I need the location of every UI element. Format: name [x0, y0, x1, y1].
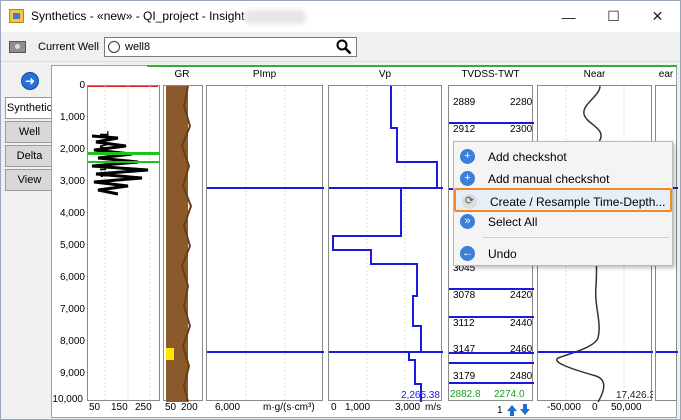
y-tick: 4,000	[59, 208, 85, 219]
add-icon: +	[460, 149, 475, 164]
tvdss-value: 3147	[453, 344, 476, 355]
current-well-label: Current Well	[38, 41, 99, 53]
camera-icon[interactable]	[9, 41, 26, 53]
y-tick: 0	[79, 80, 85, 91]
window-title: Synthetics - «new» - QI_project - Insigh…	[31, 9, 245, 23]
arrow-down-icon[interactable]	[520, 404, 530, 415]
panel-gr	[163, 85, 203, 403]
twt-value: 2460	[510, 344, 533, 355]
tvdss-value: 3179	[453, 371, 476, 382]
maximize-button[interactable]: ☐	[591, 1, 636, 32]
current-well-value: well8	[125, 41, 151, 53]
menu-item-label: Add manual checkshot	[488, 172, 610, 186]
search-icon[interactable]	[336, 39, 352, 55]
title-bar: Synthetics - «new» - QI_project - Insigh…	[1, 1, 680, 32]
minimize-button[interactable]: —	[546, 1, 591, 32]
tab-synthetic[interactable]: Synthetic	[5, 97, 54, 119]
page-nav-icons	[507, 404, 530, 416]
twt-value: 2440	[510, 318, 533, 329]
resample-icon: ⟳	[462, 194, 477, 209]
app-icon	[9, 9, 24, 23]
header-near: Near	[583, 69, 606, 80]
panel-pimp	[206, 85, 324, 402]
y-tick: 8,000	[59, 336, 85, 347]
header-tvdss-twt: TVDSS-TWT	[461, 69, 520, 80]
x-tick: 50	[165, 402, 177, 413]
y-tick: 2,000	[59, 144, 85, 155]
tvdss-value: 3112	[453, 318, 475, 329]
tvdss-footer: 2882.8	[450, 389, 481, 400]
arrow-up-icon[interactable]	[507, 405, 517, 416]
twt-value: 2480	[510, 371, 533, 382]
twt-value: 2300	[510, 124, 533, 135]
add-icon: +	[460, 171, 475, 186]
marker-line	[449, 382, 534, 384]
x-tick: 0	[592, 402, 598, 413]
x-tick: -50,000	[547, 402, 581, 413]
menu-item-add-checkshot[interactable]: + Add checkshot	[454, 145, 672, 169]
tab-delta[interactable]: Delta	[5, 145, 54, 167]
menu-item-label: Select All	[488, 215, 538, 229]
y-tick: 3,000	[59, 176, 85, 187]
x-unit: m/s	[425, 402, 442, 413]
y-tick: 5,000	[59, 240, 85, 251]
arrow-right-icon[interactable]: ➜	[21, 72, 39, 90]
panel-time-log: TWT ms	[87, 85, 160, 402]
header-vp: Vp	[378, 69, 392, 80]
menu-item-label: Add checkshot	[488, 150, 567, 164]
redacted-text	[244, 10, 306, 24]
x-tick: 50	[89, 402, 101, 413]
y-tick: 6,000	[59, 272, 85, 283]
vp-svg: 2,265.38	[329, 86, 443, 402]
twt-footer: 2274.0	[494, 389, 525, 400]
y-tick: 7,000	[59, 304, 85, 315]
menu-item-undo[interactable]: ← Undo	[454, 242, 672, 266]
current-well-input[interactable]: well8	[104, 37, 357, 57]
near-readout: 17,426.3	[616, 390, 653, 401]
x-tick: 3,000	[395, 402, 421, 413]
x-tick: 1,000	[345, 402, 371, 413]
x-tick: 250	[135, 402, 152, 413]
tab-well[interactable]: Well	[5, 121, 54, 143]
y-tick: 10,000	[52, 394, 83, 405]
tvdss-value: 3078	[453, 290, 476, 301]
header-pimp: PImp	[252, 69, 277, 80]
undo-icon: ←	[460, 246, 475, 261]
tvdss-value: 2912	[453, 124, 476, 135]
page-number: 1	[497, 405, 503, 416]
twt-value: 2420	[510, 290, 533, 301]
menu-item-select-all[interactable]: » Select All	[454, 210, 672, 234]
x-tick: 6,000	[215, 402, 241, 413]
select-all-icon: »	[460, 214, 475, 229]
x-tick: 0	[331, 402, 337, 413]
menu-separator	[483, 237, 669, 238]
vp-readout: 2,265.38	[401, 390, 440, 401]
tab-view[interactable]: View	[5, 169, 54, 191]
time-log-svg: TWT ms	[88, 85, 160, 402]
menu-item-label: Create / Resample Time-Depth...	[490, 195, 666, 209]
x-tick: 50,000	[611, 402, 642, 413]
menu-item-label: Undo	[488, 247, 517, 261]
tvdss-value: 2889	[453, 97, 476, 108]
context-menu: + Add checkshot + Add manual checkshot ⟳…	[453, 141, 673, 266]
pimp-svg	[207, 86, 324, 402]
header-far: ear	[658, 69, 674, 80]
x-tick: 150	[111, 402, 128, 413]
y-tick: 9,000	[59, 368, 85, 379]
well-radio-icon	[108, 41, 120, 53]
y-tick: 1,000	[59, 112, 85, 123]
close-button[interactable]: ✕	[635, 1, 680, 32]
header-divider	[147, 65, 677, 67]
gr-log-svg	[166, 85, 193, 403]
application-window: Synthetics - «new» - QI_project - Insigh…	[0, 0, 681, 420]
marker-line	[449, 362, 534, 364]
panel-vp: 2,265.38	[328, 85, 443, 402]
header-gr: GR	[174, 69, 190, 80]
x-unit: m·g/(s·cm³)	[263, 402, 315, 413]
twt-value: 2280	[510, 97, 533, 108]
menu-item-create-resample[interactable]: ⟳ Create / Resample Time-Depth...	[454, 188, 672, 212]
x-tick: 200	[181, 402, 198, 413]
